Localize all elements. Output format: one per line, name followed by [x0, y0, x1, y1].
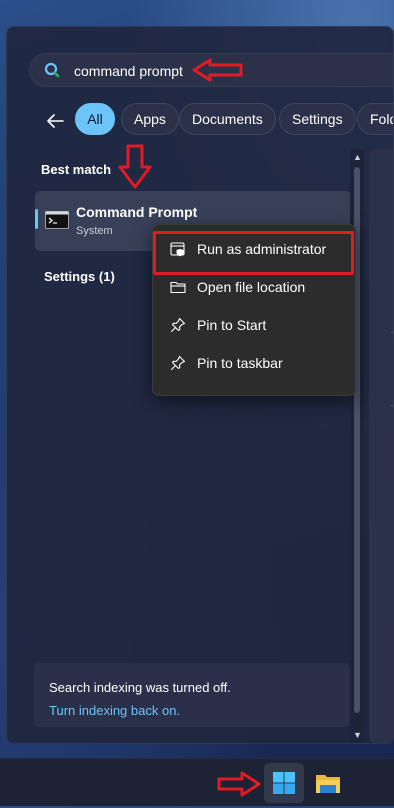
shield-icon	[170, 242, 185, 257]
command-prompt-icon	[45, 211, 69, 229]
taskbar	[0, 758, 394, 806]
menu-item-open-file-location[interactable]: Open file location	[157, 270, 351, 304]
preview-pane	[369, 149, 393, 743]
best-match-heading: Best match	[41, 162, 112, 177]
windows-logo-icon	[273, 772, 295, 794]
file-explorer-button[interactable]	[308, 763, 348, 803]
scroll-down-arrow-icon[interactable]: ▼	[353, 730, 362, 740]
result-title: Command Prompt	[76, 204, 198, 220]
file-explorer-icon	[316, 775, 340, 793]
menu-item-pin-to-start[interactable]: Pin to Start	[157, 308, 351, 342]
pin-icon	[170, 355, 186, 371]
menu-label: Pin to Start	[197, 317, 267, 333]
filter-chip-folders[interactable]: Fold	[357, 103, 393, 135]
pin-icon	[170, 317, 186, 333]
search-icon	[44, 62, 60, 78]
search-box[interactable]: command prompt	[29, 53, 393, 87]
start-search-panel: command prompt All Apps Documents Settin…	[6, 26, 394, 744]
filter-chip-all[interactable]: All	[75, 103, 115, 135]
menu-label: Open file location	[197, 279, 306, 295]
start-button[interactable]	[264, 763, 304, 803]
folder-icon	[170, 281, 186, 294]
red-arrow-right-annotation	[217, 771, 261, 797]
indexing-notice: Search indexing was turned off. Turn ind…	[34, 663, 350, 727]
menu-label: Run as administrator	[197, 241, 327, 257]
back-arrow-icon[interactable]	[43, 109, 67, 133]
result-subtitle: System	[76, 225, 113, 237]
scroll-up-arrow-icon[interactable]: ▲	[353, 152, 362, 162]
notice-text: Search indexing was turned off.	[49, 680, 231, 695]
settings-section-heading[interactable]: Settings (1)	[44, 269, 115, 284]
red-arrow-down-annotation	[118, 144, 152, 189]
menu-item-run-as-administrator[interactable]: Run as administrator	[157, 232, 351, 266]
search-input[interactable]: command prompt	[74, 63, 183, 79]
selection-indicator	[35, 209, 38, 229]
menu-label: Pin to taskbar	[197, 355, 283, 371]
context-menu: Run as administrator Open file location …	[152, 224, 356, 396]
turn-indexing-on-link[interactable]: Turn indexing back on.	[49, 703, 180, 718]
filter-chip-apps[interactable]: Apps	[121, 103, 179, 135]
filter-chip-settings[interactable]: Settings	[279, 103, 356, 135]
menu-item-pin-to-taskbar[interactable]: Pin to taskbar	[157, 346, 351, 380]
filter-chip-documents[interactable]: Documents	[179, 103, 276, 135]
red-arrow-left-annotation	[192, 58, 243, 82]
